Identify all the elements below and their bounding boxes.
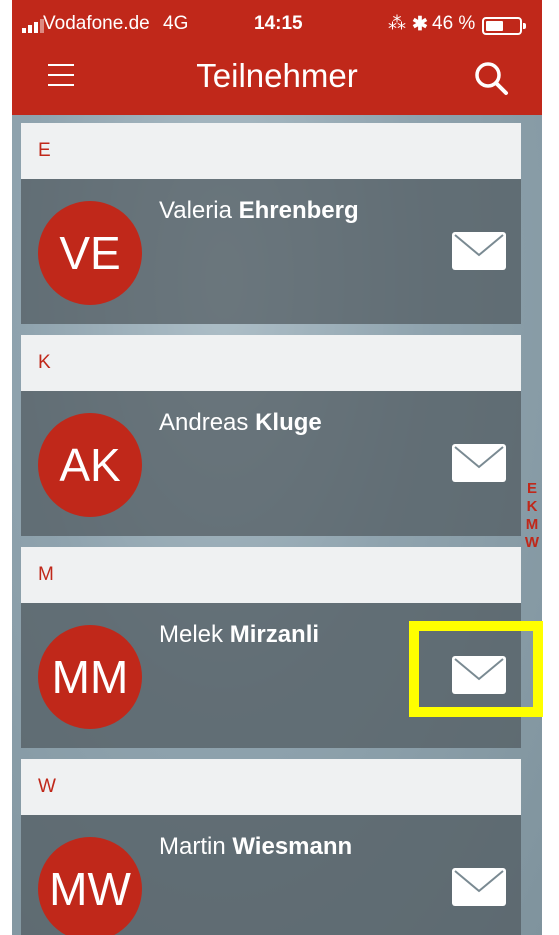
index-letter[interactable]: K xyxy=(524,498,540,516)
battery-percent: 46 % xyxy=(432,13,476,34)
last-name: Ehrenberg xyxy=(238,197,359,224)
section-w: W MW Martin Wiesmann xyxy=(21,759,521,935)
participant-card[interactable]: AK Andreas Kluge xyxy=(21,391,521,536)
battery-icon xyxy=(482,17,526,35)
index-letter[interactable]: M xyxy=(524,516,540,534)
first-name: Martin xyxy=(159,833,226,860)
mail-button[interactable] xyxy=(451,867,507,907)
index-letter[interactable]: W xyxy=(524,534,540,552)
section-header: E xyxy=(21,123,521,179)
mail-button[interactable] xyxy=(451,443,507,483)
section-header: W xyxy=(21,759,521,815)
avatar: MM xyxy=(38,625,142,729)
envelope-icon xyxy=(452,868,506,906)
top-bar: Vodafone.de 4G 14:15 ⁂ ✱ 46 % Teilnehmer xyxy=(12,0,542,115)
first-name: Valeria xyxy=(159,197,232,224)
search-button[interactable] xyxy=(471,58,511,98)
page-title: Teilnehmer xyxy=(196,57,358,94)
highlight-box xyxy=(409,621,543,717)
search-icon xyxy=(475,62,508,95)
section-k: K AK Andreas Kluge xyxy=(21,335,521,536)
carrier-label: Vodafone.de xyxy=(43,13,150,34)
participant-name: Andreas Kluge xyxy=(159,409,322,437)
mail-button[interactable] xyxy=(451,231,507,271)
bluetooth-icon: ✱ xyxy=(412,14,428,35)
network-label: 4G xyxy=(163,13,189,34)
first-name: Melek xyxy=(159,621,224,648)
signal-icon xyxy=(22,19,44,33)
section-header: K xyxy=(21,335,521,391)
envelope-icon xyxy=(452,232,506,270)
participant-name: Melek Mirzanli xyxy=(159,621,319,649)
activity-icon: ⁂ xyxy=(388,13,406,33)
section-e: E VE Valeria Ehrenberg xyxy=(21,123,521,324)
avatar: AK xyxy=(38,413,142,517)
clock: 14:15 xyxy=(254,13,303,34)
participant-name: Martin Wiesmann xyxy=(159,833,352,861)
index-letter[interactable]: E xyxy=(524,480,540,498)
last-name: Mirzanli xyxy=(229,621,320,648)
status-bar: Vodafone.de 4G 14:15 ⁂ ✱ 46 % xyxy=(12,0,542,48)
avatar: MW xyxy=(38,837,142,935)
envelope-icon xyxy=(452,444,506,482)
participant-card[interactable]: MW Martin Wiesmann xyxy=(21,815,521,935)
participant-name: Valeria Ehrenberg xyxy=(159,197,359,225)
avatar: VE xyxy=(38,201,142,305)
last-name: Kluge xyxy=(255,409,322,436)
first-name: Andreas xyxy=(159,409,249,436)
participant-card[interactable]: VE Valeria Ehrenberg xyxy=(21,179,521,324)
phone-screen: Vodafone.de 4G 14:15 ⁂ ✱ 46 % Teilnehmer… xyxy=(12,0,542,935)
section-header: M xyxy=(21,547,521,603)
last-name: Wiesmann xyxy=(232,833,353,860)
alphabet-index[interactable]: E K M W xyxy=(524,480,540,552)
